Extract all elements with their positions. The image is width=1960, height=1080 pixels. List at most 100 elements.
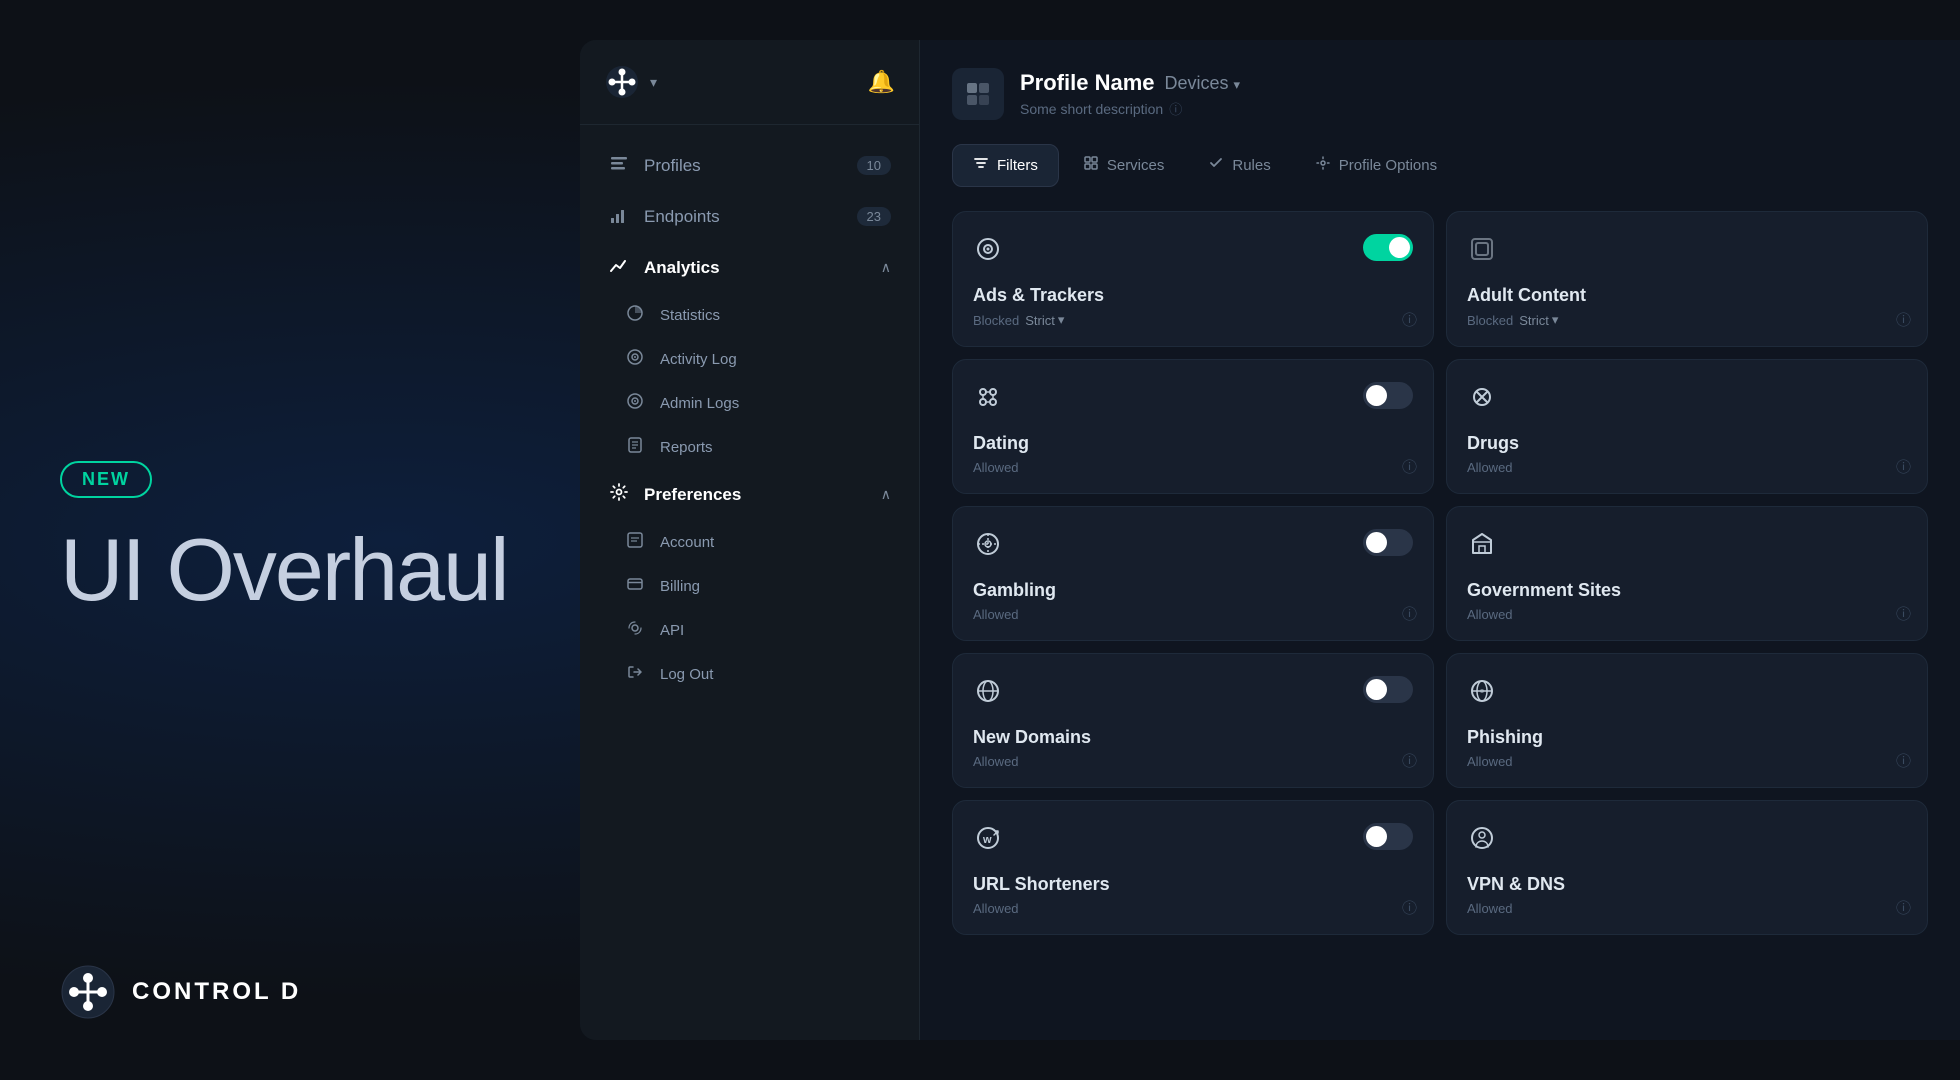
filter-grid: Ads & Trackers Blocked Strict ▾ ⓘ <box>952 211 1928 935</box>
services-tab-icon <box>1083 155 1099 176</box>
sidebar-dropdown-arrow[interactable]: ▾ <box>650 74 657 91</box>
sidebar-logo[interactable]: ▾ <box>604 64 657 100</box>
tab-profile-options-label: Profile Options <box>1339 157 1437 174</box>
url-shorteners-icon: w <box>973 823 1003 860</box>
adult-content-icon <box>1467 234 1497 271</box>
sidebar-item-statistics[interactable]: Statistics <box>608 294 907 336</box>
profile-options-tab-icon <box>1315 155 1331 176</box>
ads-trackers-status: Blocked Strict ▾ <box>973 312 1413 328</box>
adult-content-name: Adult Content <box>1467 285 1907 306</box>
new-domains-toggle[interactable] <box>1363 676 1413 703</box>
account-icon <box>624 531 646 553</box>
sidebar-item-billing[interactable]: Billing <box>608 565 907 607</box>
tab-rules-label: Rules <box>1232 157 1270 174</box>
gambling-toggle[interactable] <box>1363 529 1413 556</box>
government-sites-icon <box>1467 529 1497 566</box>
new-domains-status: Allowed <box>973 754 1413 769</box>
government-info-icon[interactable]: ⓘ <box>1896 603 1911 624</box>
dating-toggle[interactable] <box>1363 382 1413 409</box>
reports-label: Reports <box>660 439 713 456</box>
endpoints-label: Endpoints <box>644 207 720 227</box>
sidebar-item-reports[interactable]: Reports <box>608 426 907 468</box>
sidebar-item-admin-logs[interactable]: Admin Logs <box>608 382 907 424</box>
endpoints-badge: 23 <box>857 207 891 226</box>
tab-services[interactable]: Services <box>1063 145 1185 186</box>
new-badge: NEW <box>60 461 152 498</box>
filter-card-drugs: Drugs Allowed ⓘ <box>1446 359 1928 494</box>
dating-icon <box>973 382 1003 419</box>
sidebar-item-api[interactable]: API <box>608 609 907 651</box>
dating-info-icon[interactable]: ⓘ <box>1402 456 1417 477</box>
preferences-sub-items: Account Billing <box>592 521 907 695</box>
rules-tab-icon <box>1208 155 1224 176</box>
sidebar-item-logout[interactable]: Log Out <box>608 653 907 695</box>
new-domains-info-icon[interactable]: ⓘ <box>1402 750 1417 771</box>
activity-log-label: Activity Log <box>660 351 737 368</box>
account-label: Account <box>660 534 714 551</box>
gambling-info-icon[interactable]: ⓘ <box>1402 603 1417 624</box>
ads-trackers-info-icon[interactable]: ⓘ <box>1402 309 1417 330</box>
profile-devices[interactable]: Devices ▾ <box>1165 73 1241 94</box>
ads-trackers-name: Ads & Trackers <box>973 285 1413 306</box>
logout-icon <box>624 663 646 685</box>
app-panel: ▾ 🔔 Profiles 10 <box>580 40 1960 1040</box>
notification-bell-icon[interactable]: 🔔 <box>868 69 895 95</box>
sidebar-item-activity-log[interactable]: Activity Log <box>608 338 907 380</box>
tab-bar: Filters Services <box>952 144 1928 187</box>
government-sites-status: Allowed <box>1467 607 1907 622</box>
url-shorteners-name: URL Shorteners <box>973 874 1413 895</box>
sidebar-item-profiles[interactable]: Profiles 10 <box>592 141 907 190</box>
adult-content-info-icon[interactable]: ⓘ <box>1896 309 1911 330</box>
logout-label: Log Out <box>660 666 713 683</box>
filter-card-vpn-dns: VPN & DNS Allowed ⓘ <box>1446 800 1928 935</box>
tab-rules[interactable]: Rules <box>1188 145 1290 186</box>
main-content: Profile Name Devices ▾ Some short descri… <box>920 40 1960 1040</box>
sidebar-logo-icon <box>604 64 640 100</box>
sidebar: ▾ 🔔 Profiles 10 <box>580 40 920 1040</box>
url-shorteners-status: Allowed <box>973 901 1413 916</box>
statistics-icon <box>624 304 646 326</box>
adult-content-status: Blocked Strict ▾ <box>1467 312 1907 328</box>
new-domains-icon <box>973 676 1003 713</box>
api-label: API <box>660 622 684 639</box>
admin-logs-icon <box>624 392 646 414</box>
svg-text:w: w <box>982 834 992 846</box>
profile-header: Profile Name Devices ▾ Some short descri… <box>952 68 1928 120</box>
url-shorteners-toggle[interactable] <box>1363 823 1413 850</box>
url-shorteners-info-icon[interactable]: ⓘ <box>1402 897 1417 918</box>
profiles-badge: 10 <box>857 156 891 175</box>
sidebar-item-analytics[interactable]: Analytics ∧ <box>592 243 907 292</box>
sidebar-header: ▾ 🔔 <box>580 64 919 125</box>
bottom-logo: CONTROL D <box>60 964 301 1020</box>
reports-icon <box>624 436 646 458</box>
tab-services-label: Services <box>1107 157 1165 174</box>
nav-items: Profiles 10 Endpoints 23 <box>580 141 919 1016</box>
endpoints-icon <box>608 204 630 229</box>
dating-status: Allowed <box>973 460 1413 475</box>
billing-icon <box>624 575 646 597</box>
filters-tab-icon <box>973 155 989 176</box>
tab-profile-options[interactable]: Profile Options <box>1295 145 1457 186</box>
filter-card-url-shorteners: w URL Shorteners Allowed ⓘ <box>952 800 1434 935</box>
sidebar-item-account[interactable]: Account <box>608 521 907 563</box>
phishing-info-icon[interactable]: ⓘ <box>1896 750 1911 771</box>
analytics-icon <box>608 255 630 280</box>
profiles-icon <box>608 153 630 178</box>
hero-title: UI Overhaul <box>60 522 520 619</box>
sidebar-item-endpoints[interactable]: Endpoints 23 <box>592 192 907 241</box>
logo-text: CONTROL D <box>132 978 301 1006</box>
filter-card-gambling: Gambling Allowed ⓘ <box>952 506 1434 641</box>
preferences-label: Preferences <box>644 485 741 505</box>
sidebar-item-preferences[interactable]: Preferences ∧ <box>592 470 907 519</box>
mode-dropdown-arrow: ▾ <box>1058 312 1065 328</box>
vpn-dns-info-icon[interactable]: ⓘ <box>1896 897 1911 918</box>
gambling-status: Allowed <box>973 607 1413 622</box>
profile-name: Profile Name <box>1020 70 1155 96</box>
ads-trackers-icon <box>973 234 1003 271</box>
tab-filters[interactable]: Filters <box>952 144 1059 187</box>
analytics-chevron: ∧ <box>881 259 891 276</box>
drugs-status: Allowed <box>1467 460 1907 475</box>
drugs-info-icon[interactable]: ⓘ <box>1896 456 1911 477</box>
ads-trackers-toggle[interactable] <box>1363 234 1413 261</box>
vpn-dns-name: VPN & DNS <box>1467 874 1907 895</box>
